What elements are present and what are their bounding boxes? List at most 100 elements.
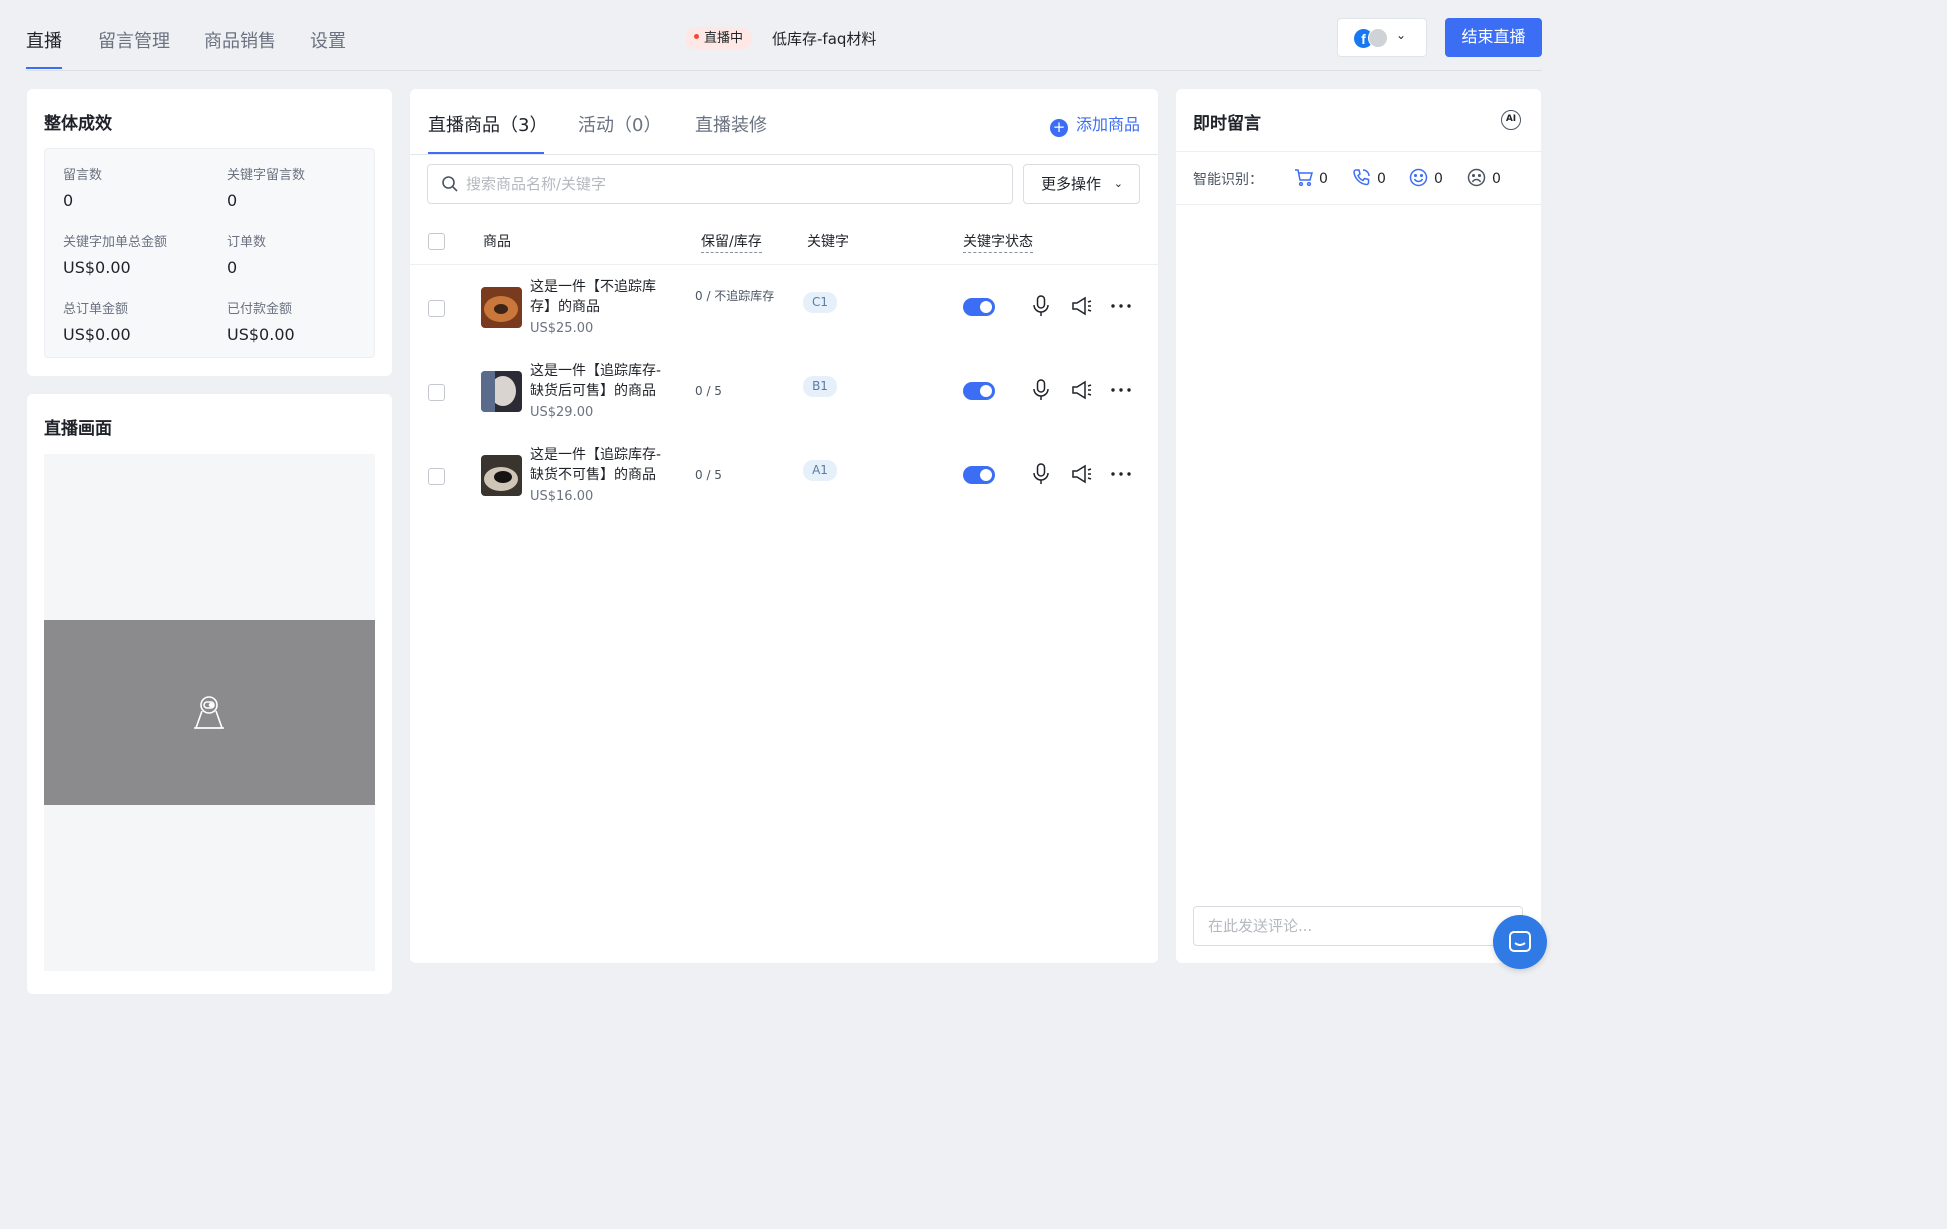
product-stock: 0 / 5 [695, 384, 722, 398]
microphone-icon[interactable] [1032, 379, 1050, 401]
metric-label: 关键字加单总金额 [63, 235, 168, 250]
keyword-status-toggle[interactable] [963, 466, 995, 484]
chevron-down-icon: ⌄ [1396, 28, 1407, 42]
live-status-badge: 直播中 [685, 27, 753, 50]
product-image [481, 287, 522, 328]
account-selector[interactable]: f ⌄ [1337, 18, 1427, 57]
webcam-icon [194, 696, 224, 729]
product-price: US$29.00 [530, 405, 594, 420]
stats-divider [1176, 204, 1541, 205]
product-thumbnail[interactable] [481, 371, 522, 412]
row-checkbox[interactable] [428, 468, 445, 485]
add-product-label: 添加商品 [1076, 115, 1141, 134]
tab-live-products[interactable]: 直播商品（3） [428, 111, 547, 137]
tab-settings[interactable]: 设置 [310, 27, 346, 53]
video-placeholder [44, 620, 375, 805]
cart-icon [1295, 169, 1313, 187]
live-video-area [44, 454, 375, 971]
comment-input[interactable] [1193, 906, 1523, 946]
top-bar: 直播 留言管理 商品销售 设置 直播中 低库存-faq材料 f ⌄ 结束直播 [0, 0, 1568, 72]
keyword-status-toggle[interactable] [963, 298, 995, 316]
more-actions-dropdown[interactable]: 更多操作 ⌄ [1023, 164, 1140, 204]
performance-title: 整体成效 [44, 114, 112, 134]
product-thumbnail[interactable] [481, 287, 522, 328]
search-input[interactable] [466, 173, 996, 195]
live-comments-card: 即时留言 AI 智能识别： 0 0 0 0 [1176, 89, 1541, 963]
metric-value: 0 [227, 258, 238, 277]
select-all-checkbox[interactable] [428, 233, 445, 250]
metric-value: US$0.00 [227, 325, 295, 344]
live-products-card: 直播商品（3） 活动（0） 直播装修 + 添加商品 更多操作 ⌄ 商品 保留/库存 … [410, 89, 1158, 963]
metric-label: 关键字留言数 [227, 168, 306, 183]
metric-paid-amount: 已付款金额 US$0.00 [227, 298, 295, 344]
tab-comment-management[interactable]: 留言管理 [98, 27, 170, 53]
performance-metrics: 留言数 0 关键字留言数 0 关键字加单总金额 US$0.00 订单数 0 总订… [44, 148, 375, 358]
product-stock: 0 / 不追踪库存 [695, 289, 775, 303]
chevron-down-icon: ⌄ [1113, 177, 1123, 190]
product-image [481, 371, 522, 412]
tab-live[interactable]: 直播 [26, 27, 62, 69]
stat-value: 0 [1319, 171, 1328, 187]
more-options-icon[interactable] [1110, 295, 1132, 317]
stat-positive[interactable]: 0 [1409, 168, 1443, 187]
announce-icon[interactable] [1071, 379, 1093, 401]
tab-live-decoration[interactable]: 直播装修 [695, 111, 767, 137]
stat-value: 0 [1377, 171, 1386, 187]
table-row: 这是一件【不追踪库存】的商品 US$25.00 0 / 不追踪库存 C1 [410, 266, 1158, 350]
product-search [427, 164, 1013, 204]
add-product-button[interactable]: + 添加商品 [1050, 111, 1140, 137]
phone-icon [1353, 169, 1370, 186]
row-checkbox[interactable] [428, 300, 445, 317]
product-name: 这是一件【不追踪库存】的商品 [530, 279, 656, 315]
product-price: US$16.00 [530, 489, 594, 504]
chat-support-button[interactable] [1493, 915, 1547, 969]
keyword-status-toggle[interactable] [963, 382, 995, 400]
performance-card: 整体成效 留言数 0 关键字留言数 0 关键字加单总金额 US$0.00 订单数… [27, 89, 392, 376]
row-checkbox[interactable] [428, 384, 445, 401]
microphone-icon[interactable] [1032, 463, 1050, 485]
tab-activities[interactable]: 活动（0） [578, 111, 661, 137]
metric-keyword-order-amount: 关键字加单总金额 US$0.00 [63, 231, 167, 277]
announce-icon[interactable] [1071, 463, 1093, 485]
metric-value: 0 [63, 191, 74, 210]
frown-icon [1467, 168, 1486, 187]
metric-value: 0 [227, 191, 238, 210]
smart-recognition-label: 智能识别： [1193, 172, 1263, 188]
account-avatar [1368, 28, 1388, 48]
product-price: US$25.00 [530, 321, 594, 336]
more-options-icon[interactable] [1110, 379, 1132, 401]
product-name: 这是一件【追踪库存-缺货不可售】的商品 [530, 447, 662, 483]
table-header: 商品 保留/库存 关键字 关键字状态 [410, 219, 1158, 265]
end-live-button[interactable]: 结束直播 [1445, 18, 1542, 57]
more-actions-label: 更多操作 [1041, 175, 1102, 193]
product-image [481, 455, 522, 496]
metric-label: 已付款金额 [227, 302, 293, 317]
stat-contact-intent[interactable]: 0 [1352, 168, 1386, 187]
table-row: 这是一件【追踪库存-缺货不可售】的商品 US$16.00 0 / 5 A1 [410, 434, 1158, 518]
more-options-icon[interactable] [1110, 463, 1132, 485]
ai-assistant-icon[interactable]: AI [1501, 110, 1521, 130]
product-thumbnail[interactable] [481, 455, 522, 496]
metric-value: US$0.00 [63, 325, 131, 344]
metric-orders: 订单数 0 [227, 231, 266, 277]
stat-purchase-intent[interactable]: 0 [1294, 168, 1328, 187]
live-comments-title: 即时留言 [1193, 114, 1261, 134]
live-view-card: 直播画面 [27, 394, 392, 994]
live-status-text: 直播中 [704, 31, 744, 46]
metric-label: 订单数 [227, 235, 267, 250]
keyword-tag: C1 [803, 292, 837, 313]
product-name: 这是一件【追踪库存-缺货后可售】的商品 [530, 363, 662, 399]
microphone-icon[interactable] [1032, 295, 1050, 317]
column-stock[interactable]: 保留/库存 [701, 231, 762, 253]
announce-icon[interactable] [1071, 295, 1093, 317]
keyword-tag: A1 [803, 460, 837, 481]
live-view-title: 直播画面 [44, 419, 112, 439]
column-keyword-status[interactable]: 关键字状态 [963, 231, 1033, 253]
stat-negative[interactable]: 0 [1467, 168, 1501, 187]
stat-value: 0 [1492, 171, 1501, 187]
column-product: 商品 [483, 234, 511, 250]
metric-value: US$0.00 [63, 258, 131, 277]
keyword-tag: B1 [803, 376, 837, 397]
chat-icon [1509, 931, 1531, 952]
tab-product-sales[interactable]: 商品销售 [204, 27, 276, 53]
